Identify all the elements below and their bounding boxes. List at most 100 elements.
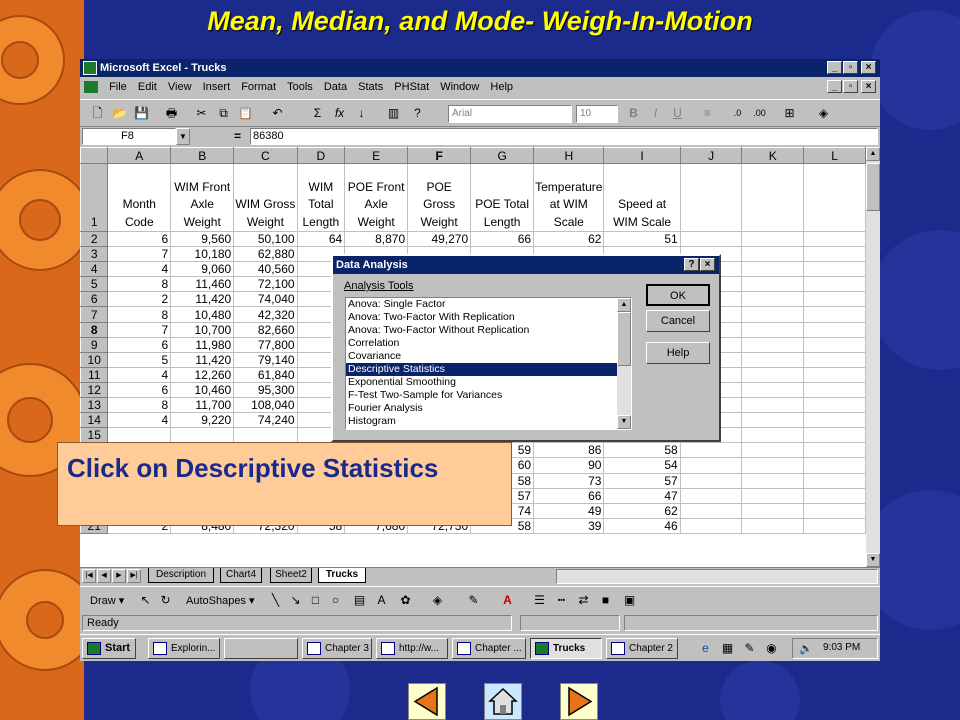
- chart-wizard-icon[interactable]: ▥: [384, 104, 403, 122]
- borders-icon[interactable]: ⊞: [780, 104, 799, 122]
- cut-icon[interactable]: ✂: [192, 104, 211, 122]
- row-header[interactable]: 4: [80, 261, 109, 278]
- cell[interactable]: [803, 487, 866, 504]
- print-icon[interactable]: 🖶: [162, 104, 181, 122]
- cell[interactable]: [741, 366, 805, 383]
- column-header[interactable]: D: [296, 147, 346, 164]
- column-header[interactable]: J: [679, 147, 743, 164]
- next-slide-button[interactable]: [560, 683, 598, 720]
- new-icon[interactable]: 🗋: [88, 104, 107, 122]
- name-box-dropdown-icon[interactable]: ▼: [176, 128, 190, 145]
- cell[interactable]: 9,560: [170, 230, 235, 248]
- analysis-tool-item[interactable]: Exponential Smoothing: [346, 376, 631, 389]
- column-header[interactable]: I: [603, 147, 681, 164]
- cell[interactable]: [803, 291, 866, 308]
- task-chapter3[interactable]: Chapter 3: [302, 638, 372, 659]
- cell[interactable]: [803, 381, 866, 399]
- italic-icon[interactable]: I: [646, 104, 665, 122]
- cell[interactable]: [803, 472, 866, 489]
- cell[interactable]: [803, 427, 866, 444]
- cell[interactable]: 4: [107, 261, 172, 278]
- cell[interactable]: 64: [296, 230, 346, 248]
- cell[interactable]: 7: [107, 321, 172, 338]
- tab-sheet2[interactable]: Sheet2: [270, 568, 312, 583]
- column-header[interactable]: E: [344, 147, 409, 164]
- row-header[interactable]: 6: [80, 291, 109, 308]
- help-icon[interactable]: ?: [408, 104, 427, 122]
- doc-minimize-icon[interactable]: _: [827, 80, 842, 93]
- vertical-scrollbar[interactable]: ▲ ▼: [866, 147, 880, 567]
- menu-help[interactable]: Help: [486, 77, 517, 97]
- doc-close-icon[interactable]: ×: [861, 80, 876, 93]
- save-icon[interactable]: 💾: [132, 104, 151, 122]
- clipart-icon[interactable]: ✿: [396, 591, 415, 609]
- cell[interactable]: 72,100: [233, 276, 298, 293]
- cell[interactable]: [741, 412, 805, 429]
- cell[interactable]: [741, 306, 805, 323]
- menu-phstat[interactable]: PHStat: [390, 77, 433, 97]
- scroll-up-icon[interactable]: ▲: [866, 147, 880, 161]
- cell[interactable]: [803, 336, 866, 353]
- cell[interactable]: 66: [470, 230, 535, 248]
- column-header[interactable]: B: [170, 147, 235, 164]
- list-scroll-thumb[interactable]: [617, 312, 631, 366]
- minimize-icon[interactable]: _: [827, 61, 842, 74]
- column-title-cell[interactable]: [741, 163, 805, 232]
- column-title-cell[interactable]: WIM Gross Weight: [233, 163, 298, 232]
- cancel-button[interactable]: Cancel: [646, 310, 710, 332]
- textbox-icon[interactable]: ▤: [350, 591, 369, 609]
- column-header[interactable]: L: [803, 147, 866, 164]
- cell[interactable]: [803, 457, 866, 474]
- row-header[interactable]: 3: [80, 246, 109, 263]
- cell[interactable]: [803, 502, 866, 519]
- cell[interactable]: [679, 517, 743, 534]
- cell[interactable]: [803, 517, 866, 534]
- cell[interactable]: 46: [603, 517, 681, 534]
- line-style-icon[interactable]: ☰: [530, 591, 549, 609]
- analysis-tool-item[interactable]: Fourier Analysis: [346, 402, 631, 415]
- analysis-tools-listbox[interactable]: Anova: Single Factor Anova: Two-Factor Wi…: [345, 297, 632, 430]
- task-chapter2[interactable]: Chapter 2: [606, 638, 678, 659]
- row-header[interactable]: 9: [80, 336, 109, 353]
- cell[interactable]: 11,420: [170, 351, 235, 368]
- select-pointer-icon[interactable]: ↖: [136, 591, 155, 609]
- cell[interactable]: 74,040: [233, 291, 298, 308]
- cell[interactable]: 2: [107, 291, 172, 308]
- cell[interactable]: [741, 246, 805, 263]
- column-title-cell[interactable]: WIM Total Length: [296, 163, 346, 232]
- cell[interactable]: 108,040: [233, 397, 298, 414]
- cell[interactable]: 62: [533, 230, 605, 248]
- column-title-cell[interactable]: [679, 163, 743, 232]
- close-icon[interactable]: ×: [861, 61, 876, 74]
- cell[interactable]: [803, 261, 866, 278]
- analysis-tool-item[interactable]: Anova: Two-Factor With Replication: [346, 311, 631, 324]
- cell[interactable]: [679, 502, 743, 519]
- restore-icon[interactable]: ▫: [843, 61, 858, 74]
- cell[interactable]: [741, 336, 805, 353]
- list-scroll-up-icon[interactable]: ▲: [617, 298, 631, 312]
- dialog-close-icon[interactable]: ×: [700, 258, 715, 271]
- cell[interactable]: [741, 427, 805, 444]
- line-icon[interactable]: ╲: [266, 591, 285, 609]
- cell[interactable]: 90: [533, 457, 605, 474]
- cell[interactable]: 54: [603, 457, 681, 474]
- column-header[interactable]: K: [741, 147, 805, 164]
- free-rotate-icon[interactable]: ↻: [156, 591, 175, 609]
- cell[interactable]: [803, 412, 866, 429]
- menu-window[interactable]: Window: [436, 77, 483, 97]
- row-header[interactable]: 13: [80, 397, 109, 414]
- cell[interactable]: [803, 306, 866, 323]
- cell[interactable]: 8: [107, 306, 172, 323]
- cell[interactable]: 47: [603, 487, 681, 504]
- cell[interactable]: 62: [603, 502, 681, 519]
- column-title-cell[interactable]: Month Code: [107, 163, 172, 232]
- oval-icon[interactable]: ○: [326, 591, 345, 609]
- cell[interactable]: [679, 472, 743, 489]
- scroll-thumb[interactable]: [866, 163, 880, 211]
- row-header[interactable]: 11: [80, 366, 109, 383]
- cell[interactable]: 50,100: [233, 230, 298, 248]
- tab-next-icon[interactable]: ▶: [112, 569, 126, 583]
- cell[interactable]: [803, 246, 866, 263]
- cell[interactable]: 42,320: [233, 306, 298, 323]
- column-title-cell[interactable]: POE Gross Weight: [407, 163, 472, 232]
